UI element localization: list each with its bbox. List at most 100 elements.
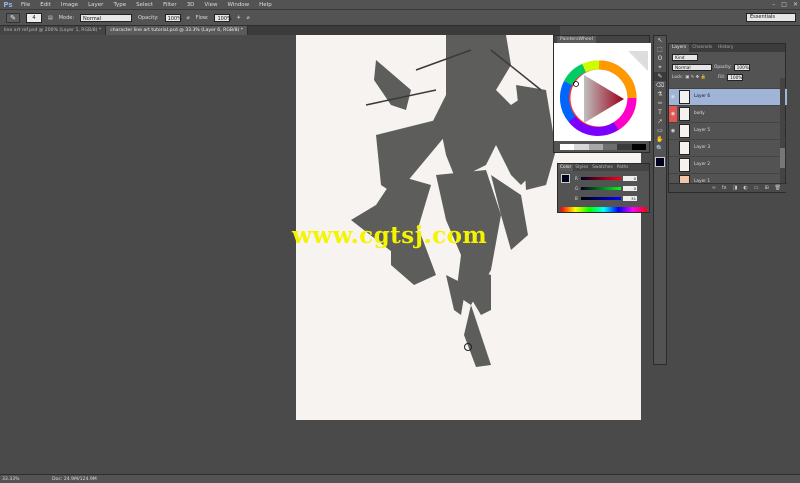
color-wheel-area[interactable]: [554, 43, 651, 141]
blur-tool-icon[interactable]: ⚗: [654, 90, 666, 99]
color-panel: Color Styles Swatches Paths R 0 G 0 B 31: [557, 163, 650, 213]
document-tabs: line art ref.psd @ 200% (Layer 1, RGB/8)…: [0, 26, 560, 35]
tab-character-line-art[interactable]: character line art tutorial.psd @ 33.3% …: [106, 26, 249, 35]
color-wheel-icon[interactable]: [554, 43, 651, 141]
menu-layer[interactable]: Layer: [83, 0, 108, 10]
slider-red[interactable]: R 0: [575, 176, 637, 181]
swatch-2[interactable]: [574, 144, 589, 150]
tab-styles[interactable]: Styles: [573, 164, 590, 171]
layer-style-icon[interactable]: fx: [722, 184, 727, 192]
document-size-info[interactable]: Doc: 24.9M/124.9M: [52, 477, 97, 482]
marquee-tool-icon[interactable]: ⬚: [654, 45, 666, 54]
tab-line-art-ref[interactable]: line art ref.psd @ 200% (Layer 1, RGB/8)…: [0, 26, 107, 35]
options-bar: ✎ 4 ▤ Mode: Normal Opacity: 100% ⌀ Flow:…: [0, 10, 800, 26]
layer-row-body[interactable]: ◉ body: [669, 105, 787, 122]
maximize-icon[interactable]: □: [781, 0, 787, 10]
swatch-5[interactable]: [617, 144, 632, 150]
menu-view[interactable]: View: [199, 0, 222, 10]
visibility-eye-icon[interactable]: ◉: [669, 105, 677, 122]
zoom-tool-icon[interactable]: 🔍: [654, 144, 666, 153]
menu-filter[interactable]: Filter: [158, 0, 182, 10]
new-layer-icon[interactable]: ⊞: [764, 184, 768, 192]
paintwheel-swatches: [560, 144, 646, 150]
brush-size-picker[interactable]: 4: [26, 12, 42, 23]
minimize-icon[interactable]: –: [772, 0, 775, 10]
foreground-color-swatch[interactable]: [561, 174, 570, 183]
scrollbar-thumb[interactable]: [780, 148, 785, 168]
swatch-6[interactable]: [631, 144, 646, 150]
layers-scrollbar[interactable]: [780, 78, 785, 184]
flow-field[interactable]: 100%: [214, 13, 232, 22]
adjustment-layer-icon[interactable]: ◐: [743, 184, 747, 192]
pressure-opacity-icon[interactable]: ⌀: [187, 15, 190, 21]
green-bar[interactable]: [581, 187, 621, 190]
new-group-icon[interactable]: ▭: [754, 184, 759, 192]
tab-channels[interactable]: Channels: [689, 44, 715, 52]
menu-file[interactable]: File: [16, 0, 35, 10]
menu-help[interactable]: Help: [254, 0, 277, 10]
blue-value-field[interactable]: 31: [623, 196, 637, 201]
pressure-size-icon[interactable]: ⌀: [247, 15, 250, 21]
delete-layer-icon[interactable]: 🗑: [775, 184, 781, 192]
layer-thumbnail: [679, 123, 690, 138]
close-icon[interactable]: ✕: [793, 0, 798, 10]
brush-panel-icon[interactable]: ▤: [48, 15, 53, 21]
menu-window[interactable]: Window: [222, 0, 254, 10]
tab-color[interactable]: Color: [558, 164, 574, 171]
layer-row-layer-2[interactable]: Layer 2: [669, 156, 787, 173]
layer-row-layer-6[interactable]: ◉ Layer 6: [669, 88, 787, 105]
swatch-1[interactable]: [560, 144, 575, 150]
fill-field[interactable]: 100%: [727, 73, 744, 81]
color-spectrum-bar[interactable]: [561, 207, 647, 212]
foreground-background-icon[interactable]: [655, 157, 665, 167]
tab-painters-wheel[interactable]: PaintersWheel: [557, 36, 596, 43]
layer-thumbnail: [679, 157, 690, 172]
move-tool-icon[interactable]: ↖: [654, 36, 666, 45]
layer-row-layer-5[interactable]: ◉ Layer 5: [669, 122, 787, 139]
swatch-3[interactable]: [588, 144, 603, 150]
menu-edit[interactable]: Edit: [35, 0, 56, 10]
brush-tool-icon[interactable]: ✎: [654, 72, 666, 81]
red-bar[interactable]: [581, 177, 621, 180]
green-value-field[interactable]: 0: [623, 186, 637, 191]
opacity-field[interactable]: 100%: [164, 13, 182, 22]
swatch-4[interactable]: [602, 144, 618, 150]
workspace-select[interactable]: Essentials: [746, 13, 796, 22]
slider-blue[interactable]: B 31: [575, 196, 637, 201]
kind-filter-select[interactable]: Kind: [672, 53, 698, 61]
shape-tool-icon[interactable]: ▭: [654, 126, 666, 135]
layer-row-layer-3[interactable]: Layer 3: [669, 139, 787, 156]
menu-3d[interactable]: 3D: [182, 0, 200, 10]
tab-swatches[interactable]: Swatches: [590, 164, 615, 171]
quick-select-tool-icon[interactable]: ⌖: [654, 63, 666, 72]
lasso-tool-icon[interactable]: ʘ: [654, 54, 666, 63]
tab-paths[interactable]: Paths: [615, 164, 631, 171]
menu-select[interactable]: Select: [131, 0, 158, 10]
menu-bar: Ps File Edit Image Layer Type Select Fil…: [0, 0, 800, 10]
red-value-field[interactable]: 0: [623, 176, 637, 181]
tab-layers[interactable]: Layers: [669, 44, 690, 52]
layer-mask-icon[interactable]: ◨: [733, 184, 738, 192]
tab-history[interactable]: History: [715, 44, 736, 52]
link-layers-icon[interactable]: ∞: [712, 184, 716, 192]
blend-mode-select[interactable]: Normal: [672, 63, 712, 71]
blue-bar[interactable]: [581, 197, 621, 200]
menu-type[interactable]: Type: [108, 0, 131, 10]
channel-g-label: G: [575, 186, 579, 191]
zoom-level-field[interactable]: 33.33%: [0, 477, 22, 482]
eraser-tool-icon[interactable]: ⌫: [654, 81, 666, 90]
brush-tool-preset-icon[interactable]: ✎: [6, 12, 20, 23]
slider-green[interactable]: G 0: [575, 186, 637, 191]
layer-opacity-field[interactable]: 100%: [733, 63, 750, 71]
menu-image[interactable]: Image: [56, 0, 83, 10]
path-select-tool-icon[interactable]: ↗: [654, 117, 666, 126]
visibility-eye-icon[interactable]: ◉: [669, 128, 677, 134]
airbrush-icon[interactable]: ✈: [236, 15, 240, 21]
visibility-eye-icon[interactable]: ◉: [669, 94, 677, 100]
layer-thumbnail: [679, 89, 690, 104]
lock-icon[interactable]: ▣ ✎ ✥ 🔒: [685, 75, 706, 80]
mode-select[interactable]: Normal: [80, 13, 133, 22]
type-tool-icon[interactable]: T: [654, 108, 666, 117]
hand-tool-icon[interactable]: ✋: [654, 135, 666, 144]
pen-tool-icon[interactable]: ✑: [654, 99, 666, 108]
